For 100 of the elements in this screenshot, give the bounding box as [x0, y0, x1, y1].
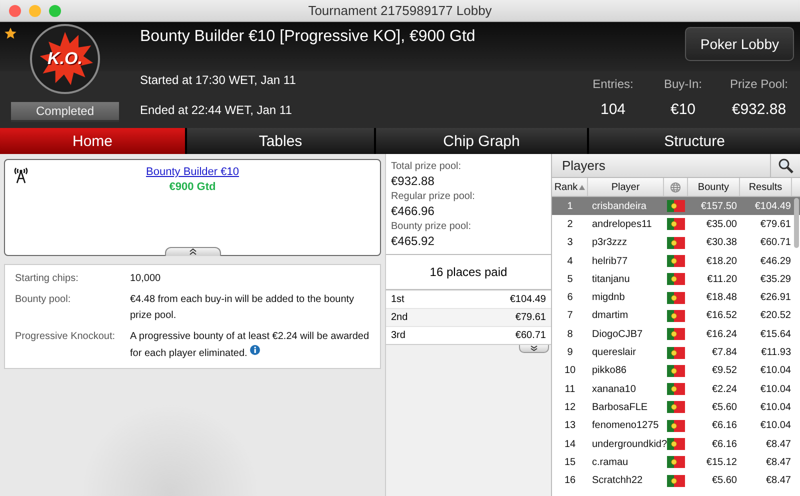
player-cell-text: andrelopes11: [591, 218, 653, 230]
player-row[interactable]: 2 andrelopes11 €35.00 €79.61: [552, 215, 800, 234]
info-icon[interactable]: [250, 345, 260, 355]
player-row[interactable]: 10 pikko86 €9.52 €10.04: [552, 362, 800, 380]
player-row[interactable]: 5 titanjanu €11.20 €35.29: [552, 270, 800, 288]
flag-icon: [667, 438, 685, 450]
column-header[interactable]: Results: [740, 178, 792, 196]
detail-label: Bounty pool:: [15, 293, 72, 307]
collapse-handle[interactable]: [165, 247, 221, 256]
player-row[interactable]: 12 BarbosaFLE €5.60 €10.04: [552, 398, 800, 417]
window-title: Tournament 2175989177 Lobby: [308, 3, 492, 18]
bounty-cell-text: €16.52: [705, 310, 738, 322]
player-cell-text: DiogoCJB7: [591, 328, 644, 340]
expand-handle[interactable]: [519, 345, 549, 353]
broadcast-tower-icon: [13, 166, 29, 184]
bounty-cell-text: €5.60: [710, 402, 738, 413]
player-cell-text: Scratchh22: [591, 475, 644, 486]
rank-cell-text: 4: [566, 256, 574, 267]
result-cell-text: €79.61: [759, 218, 792, 230]
tab[interactable]: Home: [0, 128, 185, 154]
result-cell-text: €10.04: [759, 420, 792, 432]
flag-icon: [667, 273, 685, 286]
player-row[interactable]: 6 migdnb €18.48 €26.91: [552, 288, 800, 307]
rank-cell-text: 9: [566, 347, 574, 358]
column-header[interactable]: Rank: [552, 178, 588, 196]
player-row[interactable]: 4 helrib77 €18.20 €46.29: [552, 252, 800, 270]
player-cell-text: dmartim: [591, 310, 630, 322]
tab[interactable]: Chip Graph: [376, 128, 587, 154]
bounty-cell-text: €15.12: [705, 456, 738, 468]
payout-amount: €79.61: [515, 312, 546, 323]
rank-cell-text: 15: [563, 456, 577, 468]
column-header[interactable]: Bounty: [688, 178, 740, 196]
flag-icon: [667, 255, 685, 268]
rank-cell-text: 6: [566, 292, 574, 304]
player-row[interactable]: 11 xanana10 €2.24 €10.04: [552, 380, 800, 398]
payout-amount: €60.71: [515, 330, 546, 341]
flag-icon: [667, 383, 685, 396]
flag-icon: [667, 200, 685, 212]
star-icon[interactable]: [4, 27, 17, 40]
status-ribbon: Completed: [11, 102, 119, 120]
result-cell-text: €8.47: [764, 456, 792, 468]
detail-label: Progressive Knockout:: [15, 330, 116, 344]
payout-amount: €104.49: [510, 294, 546, 305]
bounty-cell-text: €157.50: [700, 200, 738, 212]
player-cell-text: p3r3zzz: [591, 237, 628, 248]
rank-cell-text: 1: [566, 200, 574, 212]
start-time: Started at 17:30 WET, Jan 11: [140, 73, 296, 88]
tab[interactable]: Structure: [589, 128, 800, 154]
player-row[interactable]: 15 c.ramau €15.12 €8.47: [552, 453, 800, 472]
flag-icon: [667, 401, 685, 414]
stat-value: €10: [670, 101, 696, 118]
bounty-cell-text: €11.20: [706, 274, 738, 285]
result-cell-text: €11.93: [760, 347, 792, 358]
flag-icon: [667, 456, 685, 468]
stat-label: Entries:: [592, 77, 634, 91]
player-row[interactable]: 9 quereslair €7.84 €11.93: [552, 343, 800, 362]
search-icon: [778, 158, 794, 174]
payout-place: 3rd: [391, 330, 406, 341]
bounty-cell-text: €30.38: [705, 237, 738, 248]
player-row[interactable]: 14 undergroundkid? €6.16 €8.47: [552, 434, 800, 454]
flag-icon: [667, 218, 685, 230]
result-cell-text: €46.29: [759, 256, 792, 267]
result-cell-text: €26.91: [759, 292, 792, 304]
column-header[interactable]: Player: [588, 178, 664, 196]
tournament-link[interactable]: Bounty Builder €10: [146, 166, 239, 178]
rank-cell-text: 7: [566, 310, 574, 322]
stat-label: Prize Pool:: [730, 77, 788, 91]
stat-value: €932.88: [732, 101, 786, 118]
result-cell-text: €20.52: [759, 310, 792, 322]
flag-icon: [667, 236, 685, 249]
player-row[interactable]: 16 Scratchh22 €5.60 €8.47: [552, 471, 800, 490]
sort-arrow-icon: [578, 184, 585, 190]
end-time: Ended at 22:44 WET, Jan 11: [140, 102, 292, 117]
bounty-cell-text: €6.16: [710, 438, 738, 450]
pool-label: Total prize pool:: [391, 161, 462, 172]
player-row[interactable]: 8 DiogoCJB7 €16.24 €15.64: [552, 325, 800, 344]
result-cell-text: €10.04: [759, 384, 792, 395]
result-cell-text: €10.04: [759, 365, 792, 376]
player-row[interactable]: 13 fenomeno1275 €6.16 €10.04: [552, 416, 800, 435]
logo: K.O.: [30, 24, 100, 94]
players-title: Players: [561, 158, 606, 173]
result-cell-text: €104.49: [754, 200, 792, 212]
player-cell-text: titanjanu: [591, 274, 631, 285]
player-row[interactable]: 3 p3r3zzz €30.38 €60.71: [552, 234, 800, 252]
rank-cell-text: 2: [566, 218, 574, 230]
pool-label: Regular prize pool:: [391, 191, 476, 202]
player-row[interactable]: 7 dmartim €16.52 €20.52: [552, 306, 800, 326]
tab[interactable]: Tables: [187, 128, 374, 154]
flag-icon: [667, 310, 685, 322]
player-row[interactable]: 1 crisbandeira €157.50 €104.49: [552, 197, 800, 216]
places-paid: 16 places paid: [430, 265, 508, 279]
detail-label: Starting chips:: [15, 272, 80, 286]
poker-lobby-button[interactable]: Poker Lobby: [685, 27, 794, 61]
payout-place: 2nd: [391, 312, 408, 323]
pool-value: €465.92: [391, 234, 436, 248]
result-cell-text: €35.29: [759, 274, 792, 285]
payout-place: 1st: [391, 294, 404, 305]
rank-cell-text: 5: [566, 274, 574, 285]
detail-value: A progressive bounty of at least €2.24 will be awarded for each player eliminated.: [130, 330, 370, 361]
result-cell-text: €15.64: [759, 328, 792, 340]
